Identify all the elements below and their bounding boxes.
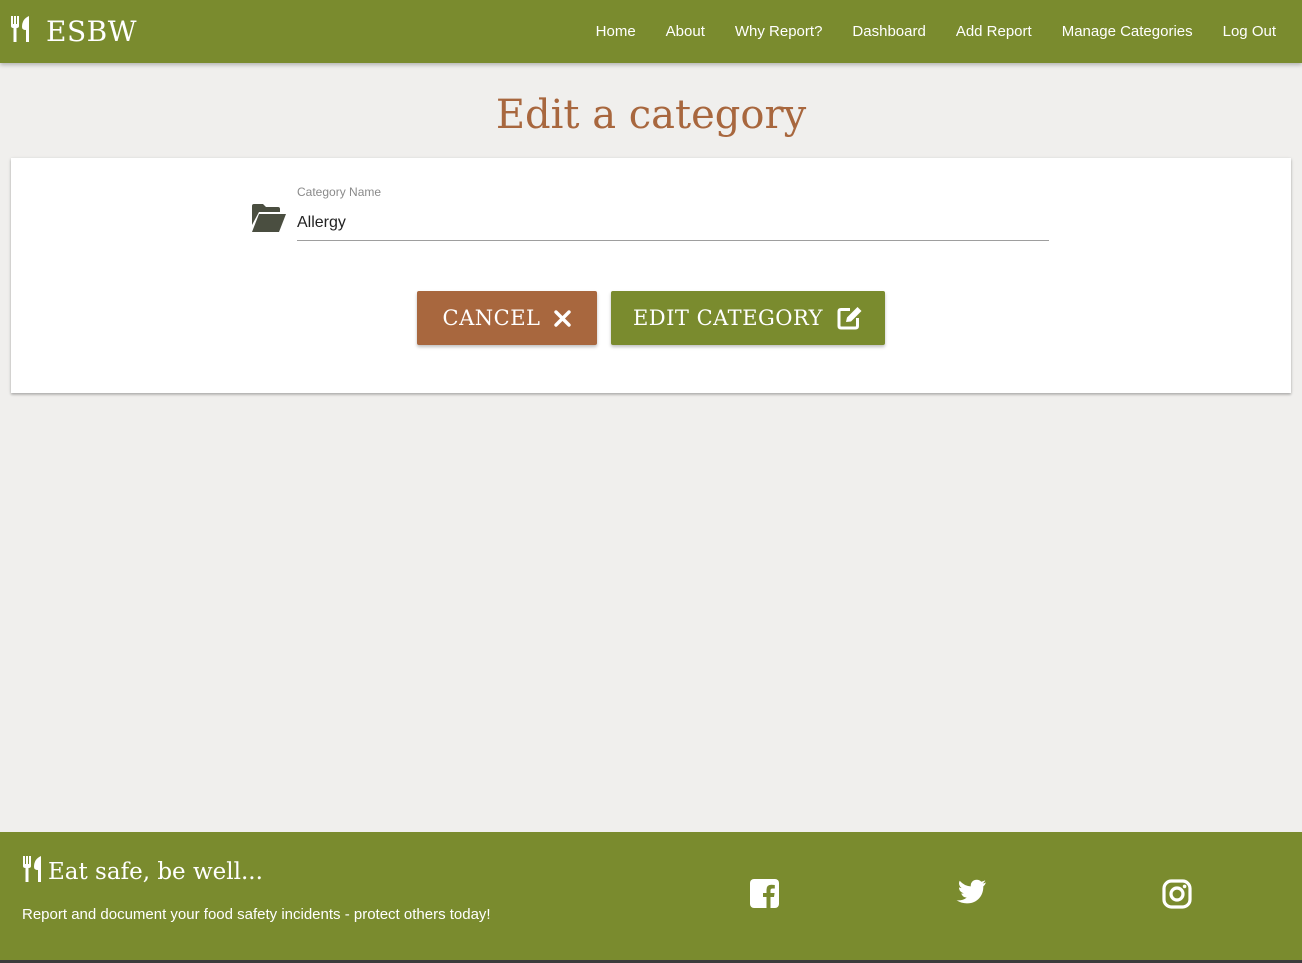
page-title: Edit a category: [495, 92, 807, 138]
facebook-icon[interactable]: [750, 879, 779, 913]
folder-open-icon: [251, 203, 287, 238]
close-icon: [554, 309, 572, 327]
nav-dashboard[interactable]: Dashboard: [852, 23, 925, 40]
utensils-icon: [22, 856, 44, 887]
edit-category-button[interactable]: EDIT CATEGORY: [611, 291, 885, 345]
edit-category-button-label: EDIT CATEGORY: [632, 306, 824, 330]
navbar: ESBW Home About Why Report? Dashboard Ad…: [0, 0, 1302, 63]
footer-brand: Eat safe, be well...: [22, 856, 263, 887]
brand-logo[interactable]: ESBW: [10, 0, 137, 63]
category-name-input[interactable]: [297, 206, 1049, 241]
footer-text: Report and document your food safety inc…: [22, 906, 491, 923]
cancel-button-label: CANCEL: [442, 306, 541, 330]
brand-name: ESBW: [46, 15, 137, 48]
nav-manage-categories[interactable]: Manage Categories: [1062, 23, 1193, 40]
nav-about[interactable]: About: [666, 23, 705, 40]
edit-icon: [837, 307, 862, 330]
nav-add-report[interactable]: Add Report: [956, 23, 1032, 40]
instagram-icon[interactable]: [1162, 879, 1192, 914]
nav-why-report[interactable]: Why Report?: [735, 23, 823, 40]
nav-log-out[interactable]: Log Out: [1223, 23, 1276, 40]
utensils-icon: [10, 16, 32, 47]
footer-tagline: Eat safe, be well...: [48, 858, 263, 885]
twitter-icon[interactable]: [955, 879, 987, 911]
nav-menu: Home About Why Report? Dashboard Add Rep…: [566, 0, 1276, 63]
edit-category-form: Category Name CANCEL EDIT CATEGORY: [11, 158, 1291, 393]
footer: Eat safe, be well... Report and document…: [0, 832, 1302, 963]
category-name-label: Category Name: [297, 185, 382, 199]
cancel-button[interactable]: CANCEL: [417, 291, 597, 345]
nav-home[interactable]: Home: [596, 23, 636, 40]
